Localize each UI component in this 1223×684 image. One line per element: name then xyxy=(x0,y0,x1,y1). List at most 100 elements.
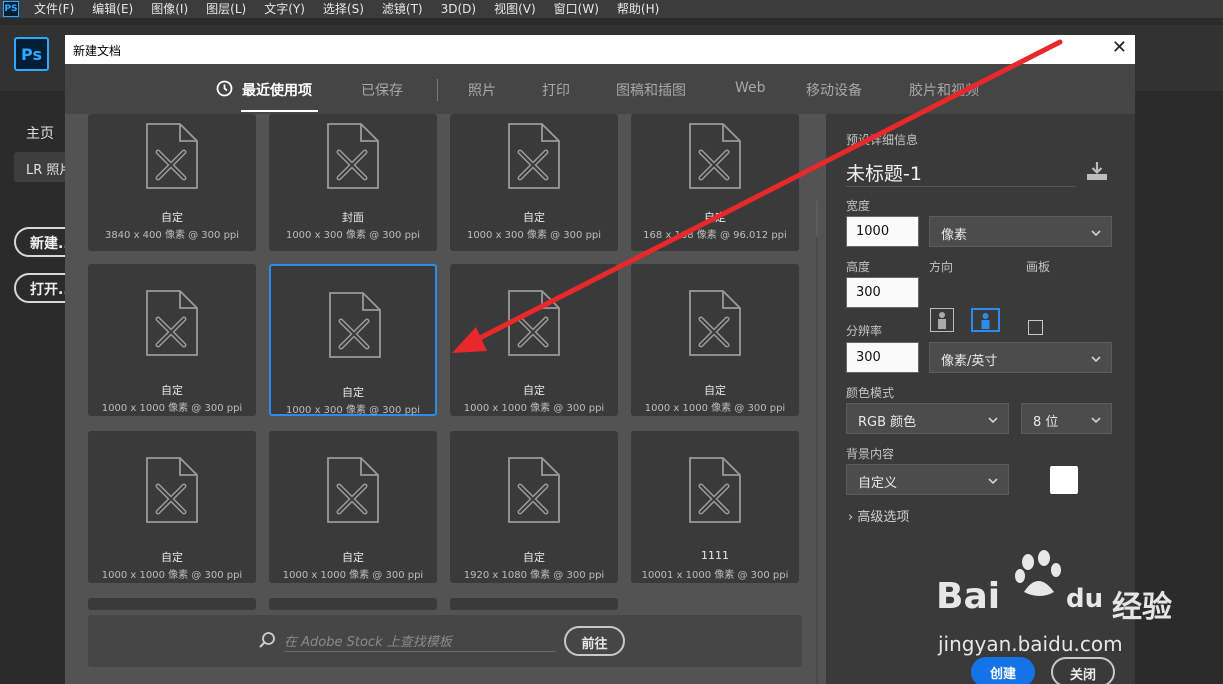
tab-photo[interactable]: 照片 xyxy=(468,80,496,100)
preset-card[interactable]: 自定 1000 x 1000 像素 @ 300 ppi xyxy=(450,264,618,416)
resolution-unit-value: 像素/英寸 xyxy=(941,354,998,369)
menu-type[interactable]: 文字(Y) xyxy=(255,0,314,18)
document-template-icon xyxy=(506,456,562,524)
chevron-down-icon xyxy=(1091,356,1101,363)
preset-grid-scrollbar[interactable] xyxy=(816,198,818,684)
preset-card-name: 自定 xyxy=(523,211,545,224)
chevron-down-icon xyxy=(1091,230,1101,237)
landscape-orientation-button[interactable] xyxy=(971,308,1000,332)
preset-card-partial[interactable] xyxy=(269,598,437,610)
preset-card-dimensions: 1000 x 1000 像素 @ 300 ppi xyxy=(463,403,605,414)
color-mode-value: RGB 颜色 xyxy=(858,415,917,430)
preset-card-dimensions: 1000 x 1000 像素 @ 300 ppi xyxy=(101,570,243,581)
artboard-checkbox[interactable] xyxy=(1028,320,1043,335)
menu-select[interactable]: 选择(S) xyxy=(314,0,373,18)
adobe-stock-search-bar: 在 Adobe Stock 上查找模板 前往 xyxy=(88,615,802,667)
dialog-title: 新建文档 xyxy=(73,44,122,58)
width-unit-select[interactable]: 像素 xyxy=(929,216,1112,247)
stock-search-input[interactable]: 在 Adobe Stock 上查找模板 xyxy=(284,628,556,652)
portrait-person-icon xyxy=(938,312,946,329)
background-select[interactable]: 自定义 xyxy=(846,464,1009,495)
menu-image[interactable]: 图像(I) xyxy=(142,0,197,18)
preset-card-name: 封面 xyxy=(342,211,364,224)
landscape-person-icon xyxy=(981,313,990,329)
dialog-body: 最近使用项 已保存 照片 打印 图稿和插图 Web 移动设备 胶片和视频 自定 3… xyxy=(65,64,1135,684)
tab-print[interactable]: 打印 xyxy=(542,80,570,100)
menu-edit[interactable]: 编辑(E) xyxy=(83,0,142,18)
preset-card[interactable]: 自定 168 x 168 像素 @ 96.012 ppi xyxy=(631,114,799,251)
advanced-options-label: 高级选项 xyxy=(857,510,910,525)
document-name-field[interactable]: 未标题-1 xyxy=(846,159,1076,187)
new-document-dialog: 新建文档 ✕ 最近使用项 已保存 照片 打印 图稿和插图 Web 移动设备 胶片… xyxy=(65,35,1135,684)
height-label: 高度 xyxy=(846,260,871,274)
artboard-label: 画板 xyxy=(1026,260,1051,274)
preset-card-partial[interactable] xyxy=(450,598,618,610)
menu-filter[interactable]: 滤镜(T) xyxy=(373,0,432,18)
orientation-label: 方向 xyxy=(929,260,954,274)
document-template-icon xyxy=(144,289,200,357)
tab-web[interactable]: Web xyxy=(735,80,766,96)
preset-card[interactable]: 自定 1000 x 1000 像素 @ 300 ppi xyxy=(269,431,437,583)
menu-view[interactable]: 视图(V) xyxy=(485,0,545,18)
resolution-input[interactable]: 300 xyxy=(846,342,919,373)
clock-icon xyxy=(216,80,233,97)
preset-details-heading: 预设详细信息 xyxy=(846,133,919,147)
scrollbar-thumb[interactable] xyxy=(816,198,818,238)
preset-card-dimensions: 1000 x 300 像素 @ 300 ppi xyxy=(466,230,602,241)
preset-card[interactable]: 自定 3840 x 400 像素 @ 300 ppi xyxy=(88,114,256,251)
chevron-down-icon xyxy=(988,417,998,424)
preset-card-partial[interactable] xyxy=(88,598,256,610)
home-nav-item[interactable]: 主页 xyxy=(26,123,54,143)
document-template-icon xyxy=(144,456,200,524)
color-mode-select[interactable]: RGB 颜色 xyxy=(846,403,1009,434)
background-color-swatch[interactable] xyxy=(1050,466,1078,494)
chevron-down-icon xyxy=(988,478,998,485)
preset-card-name: 自定 xyxy=(523,384,545,397)
menu-help[interactable]: 帮助(H) xyxy=(608,0,668,18)
preset-card[interactable]: 自定 1920 x 1080 像素 @ 300 ppi xyxy=(450,431,618,583)
menu-layer[interactable]: 图层(L) xyxy=(197,0,255,18)
preset-card-dimensions: 1000 x 300 像素 @ 300 ppi xyxy=(285,405,421,416)
preset-card[interactable]: 封面 1000 x 300 像素 @ 300 ppi xyxy=(269,114,437,251)
preset-card-name: 自定 xyxy=(704,384,726,397)
resolution-unit-select[interactable]: 像素/英寸 xyxy=(929,342,1112,373)
menu-3d[interactable]: 3D(D) xyxy=(432,0,485,18)
portrait-orientation-button[interactable] xyxy=(930,308,954,332)
tab-saved[interactable]: 已保存 xyxy=(361,80,403,100)
preset-tabs: 最近使用项 已保存 照片 打印 图稿和插图 Web 移动设备 胶片和视频 xyxy=(65,64,1135,114)
preset-card[interactable]: 自定 1000 x 300 像素 @ 300 ppi xyxy=(450,114,618,251)
preset-card[interactable]: 1111 10001 x 1000 像素 @ 300 ppi xyxy=(631,431,799,583)
preset-card[interactable]: 自定 1000 x 1000 像素 @ 300 ppi xyxy=(88,431,256,583)
close-button[interactable]: 关闭 xyxy=(1051,657,1115,684)
bit-depth-value: 8 位 xyxy=(1033,415,1059,430)
tab-film-video[interactable]: 胶片和视频 xyxy=(909,80,979,100)
tab-art-illustration[interactable]: 图稿和插图 xyxy=(616,80,686,100)
dialog-close-button[interactable]: ✕ xyxy=(1112,39,1127,57)
preset-card[interactable]: 自定 1000 x 1000 像素 @ 300 ppi xyxy=(88,264,256,416)
preset-card-name: 自定 xyxy=(161,384,183,397)
chevron-down-icon xyxy=(1091,417,1101,424)
tab-mobile[interactable]: 移动设备 xyxy=(806,80,862,100)
preset-card-name: 自定 xyxy=(704,211,726,224)
color-mode-label: 颜色模式 xyxy=(846,386,895,400)
document-template-icon xyxy=(327,291,383,359)
advanced-options-toggle[interactable]: › 高级选项 xyxy=(848,506,909,525)
bit-depth-select[interactable]: 8 位 xyxy=(1021,403,1112,434)
document-template-icon xyxy=(506,122,562,190)
photoshop-app-icon[interactable]: PS xyxy=(3,1,19,17)
menu-window[interactable]: 窗口(W) xyxy=(545,0,608,18)
preset-card-dimensions: 1000 x 1000 像素 @ 300 ppi xyxy=(282,570,424,581)
save-preset-icon[interactable] xyxy=(1085,160,1109,182)
active-tab-indicator xyxy=(241,110,318,112)
stock-go-button[interactable]: 前往 xyxy=(564,626,625,656)
menu-file[interactable]: 文件(F) xyxy=(25,0,83,18)
photoshop-logo: Ps xyxy=(14,37,49,71)
preset-card[interactable]: 自定 1000 x 1000 像素 @ 300 ppi xyxy=(631,264,799,416)
width-input[interactable]: 1000 xyxy=(846,216,919,247)
preset-card-dimensions: 10001 x 1000 像素 @ 300 ppi xyxy=(641,570,789,581)
height-input[interactable]: 300 xyxy=(846,277,919,308)
create-button[interactable]: 创建 xyxy=(971,657,1035,684)
tab-recent[interactable]: 最近使用项 xyxy=(242,80,312,100)
preset-card-dimensions: 1920 x 1080 像素 @ 300 ppi xyxy=(463,570,605,581)
preset-card[interactable]: 自定 1000 x 300 像素 @ 300 ppi xyxy=(269,264,437,416)
